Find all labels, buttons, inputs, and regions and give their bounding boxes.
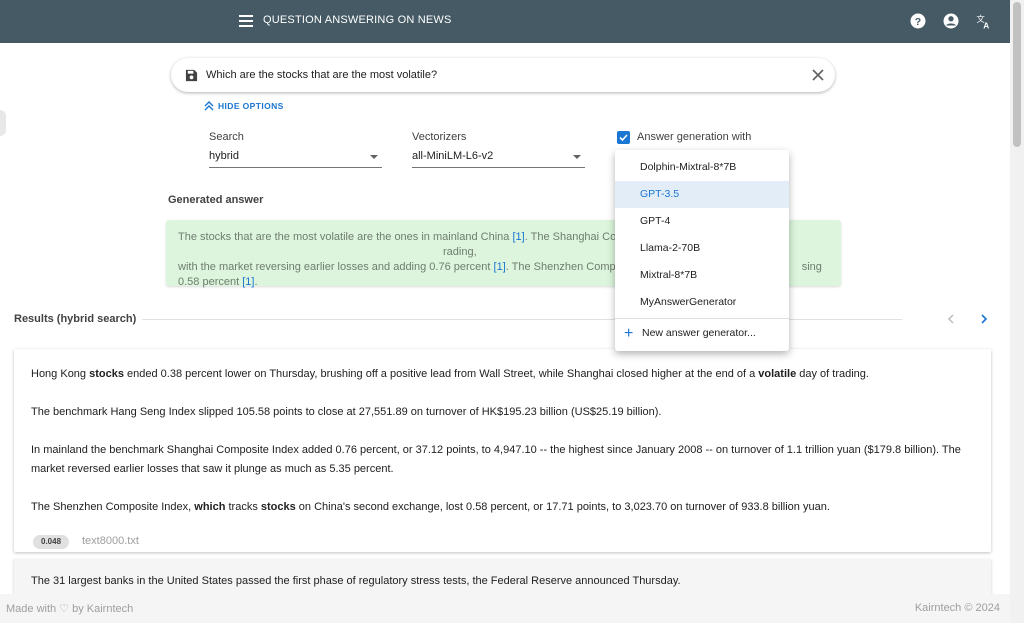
side-drawer-handle[interactable] [0,110,6,136]
answer-text: 0.58 percent [178,276,243,288]
save-icon[interactable] [185,69,198,82]
footer-credit: Made with ♡ by Kairntech [6,603,134,615]
results-title: Results (hybrid search) [14,313,137,325]
search-type-label: Search [209,131,244,143]
answer-text: The stocks that are the most volatile ar… [178,231,513,243]
scrollbar-thumb[interactable] [1013,2,1021,147]
svg-text:A: A [983,22,989,31]
answer-generation-checkbox[interactable] [617,131,630,144]
account-icon[interactable] [942,12,960,30]
chevron-up-icon [204,101,214,111]
caret-down-icon [573,155,581,159]
top-app-bar: QUESTION ANSWERING ON NEWS ? 文A [0,0,1010,43]
svg-text:?: ? [915,16,921,28]
answer-text: with the market reversing earlier losses… [178,261,494,273]
chevron-right-icon[interactable] [978,312,990,326]
vectorizers-value: all-MiniLM-L6-v2 [412,150,494,162]
new-answer-generator-button[interactable]: + New answer generator... [615,320,789,347]
score-badge: 0.048 [33,535,70,549]
search-type-select[interactable]: hybrid [209,148,382,168]
result-card[interactable]: Hong Kong stocks ended 0.38 percent lowe… [14,349,991,552]
menu-item-gpt-3-5[interactable]: GPT-3.5 [615,181,789,208]
result-paragraph: In mainland the benchmark Shanghai Compo… [31,444,961,475]
translate-icon[interactable]: 文A [975,12,993,30]
result-paragraph: Hong Kong stocks ended 0.38 percent lowe… [31,368,869,380]
help-icon[interactable]: ? [909,12,927,30]
answer-text: . The Shanghai Cor [524,231,620,243]
plus-icon: + [624,325,634,342]
hide-options-label: HIDE OPTIONS [218,101,284,111]
answer-text: . [254,276,258,288]
answer-generation-label: Answer generation with [637,131,752,143]
question-input[interactable] [206,66,796,84]
menu-item-my-answer-generator[interactable]: MyAnswerGenerator [615,289,789,316]
app-title: QUESTION ANSWERING ON NEWS [263,14,452,26]
citation-link[interactable]: [1] [512,231,524,243]
answer-text: sing [801,261,822,273]
chevron-left-icon[interactable] [945,312,957,326]
generated-answer-title: Generated answer [168,194,264,206]
citation-link[interactable]: [1] [242,276,254,288]
hide-options-button[interactable]: HIDE OPTIONS [204,101,284,111]
answer-generator-menu: Dolphin-Mixtral-8*7B GPT-3.5 GPT-4 Llama… [615,150,789,351]
result-paragraph: The Shenzhen Composite Index, which trac… [31,501,830,513]
divider [615,318,789,319]
answer-text: rading, [443,246,477,258]
vectorizers-label: Vectorizers [412,131,467,143]
vectorizers-select[interactable]: all-MiniLM-L6-v2 [412,148,585,168]
menu-icon[interactable] [239,15,253,27]
menu-item-llama-2-70b[interactable]: Llama-2-70B [615,235,789,262]
check-icon [619,134,628,142]
footer: Made with ♡ by Kairntech Kairntech © 202… [0,594,1010,623]
caret-down-icon [370,155,378,159]
source-file-name[interactable]: text8000.txt [82,535,139,547]
result-paragraph: The 31 largest banks in the United State… [31,575,681,587]
footer-copyright: Kairntech © 2024 [914,602,1000,614]
citation-link[interactable]: [1] [494,261,506,273]
answer-text: . The Shenzhen Compo [505,261,622,273]
question-search-bar [171,58,835,92]
search-type-value: hybrid [209,150,239,162]
result-paragraph: The benchmark Hang Seng Index slipped 10… [31,406,662,418]
menu-item-dolphin-mixtral[interactable]: Dolphin-Mixtral-8*7B [615,154,789,181]
new-answer-generator-label: New answer generator... [642,327,756,339]
menu-item-mixtral[interactable]: Mixtral-8*7B [615,262,789,289]
menu-item-gpt-4[interactable]: GPT-4 [615,208,789,235]
close-icon[interactable] [812,69,824,81]
